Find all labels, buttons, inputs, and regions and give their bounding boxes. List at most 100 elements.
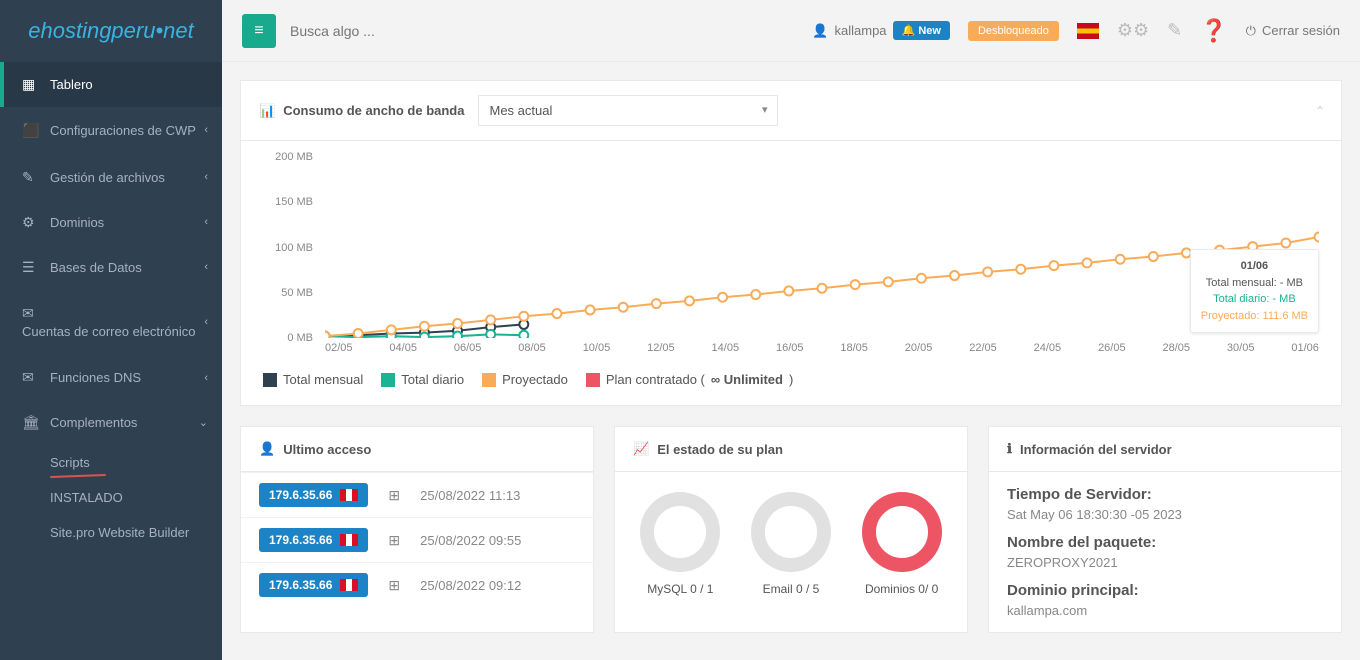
user-name: kallampa bbox=[835, 23, 887, 38]
new-label: New bbox=[918, 25, 941, 37]
gears-icon[interactable]: ⚙⚙ bbox=[1117, 20, 1149, 41]
nav-cwp-config[interactable]: ⬛ Configuraciones de CWP ‹ bbox=[0, 107, 222, 155]
info-value: kallampa.com bbox=[1007, 603, 1323, 618]
flag-pe-icon bbox=[340, 579, 358, 591]
chart-tooltip: 01/06 Total mensual: - MB Total diario: … bbox=[1190, 249, 1319, 333]
info-label: Dominio principal: bbox=[1007, 582, 1323, 599]
search-input[interactable] bbox=[276, 15, 556, 47]
logo-text: ehostingperu•net bbox=[28, 18, 194, 43]
chart-icon: 📈 bbox=[633, 441, 649, 457]
unlock-button[interactable]: Desbloqueado bbox=[968, 21, 1059, 41]
info-value: Sat May 06 18:30:30 -05 2023 bbox=[1007, 507, 1323, 522]
dashboard-icon: ▦ bbox=[22, 76, 40, 93]
toggle-sidebar-button[interactable]: ≡ bbox=[242, 14, 276, 48]
legend-label: Total diario bbox=[401, 372, 464, 387]
legend-plan-value: ∞ Unlimited bbox=[711, 372, 783, 387]
info-icon: ℹ bbox=[1007, 441, 1012, 457]
sub-label: Site.pro Website Builder bbox=[50, 525, 189, 540]
nav-label: Complementos bbox=[50, 415, 137, 430]
nav-file-mgmt[interactable]: ✎ Gestión de archivos ‹ bbox=[0, 155, 222, 200]
sub-sitepro[interactable]: Site.pro Website Builder bbox=[0, 515, 222, 550]
edit-icon: ✎ bbox=[22, 169, 40, 186]
sub-scripts[interactable]: Scripts bbox=[0, 445, 222, 480]
legend-label: Total mensual bbox=[283, 372, 363, 387]
sidebar: ehostingperu•net ▦ Tablero ⬛ Configuraci… bbox=[0, 0, 222, 660]
donut-label: Email 0 / 5 bbox=[751, 582, 831, 596]
chart-legend: Total mensual Total diario Proyectado Pl… bbox=[263, 362, 1319, 387]
tooltip-total: Total mensual: - MB bbox=[1201, 275, 1308, 292]
nav-label: Dominios bbox=[50, 215, 104, 230]
donut-icon bbox=[751, 492, 831, 572]
flag-es-icon[interactable] bbox=[1077, 23, 1099, 39]
chevron-left-icon: ‹ bbox=[204, 123, 208, 138]
nav-dns[interactable]: ✉ Funciones DNS ‹ bbox=[0, 355, 222, 400]
sub-label: INSTALADO bbox=[50, 490, 123, 505]
plan-status-title: 📈 El estado de su plan bbox=[633, 441, 783, 457]
nav-complements[interactable]: 🏛 Complementos ⌄ bbox=[0, 400, 222, 445]
ip-badge[interactable]: 179.6.35.66 bbox=[259, 528, 368, 552]
bank-icon: 🏛 bbox=[22, 414, 40, 431]
last-access-title: 👤 Ultimo acceso bbox=[259, 441, 371, 457]
legend-label: ) bbox=[789, 372, 793, 387]
logout-button[interactable]: ⏻ Cerrar sesión bbox=[1246, 23, 1340, 39]
user-icon: 👤 bbox=[812, 23, 828, 39]
legend-label: Proyectado bbox=[502, 372, 568, 387]
donut-item: MySQL 0 / 1 bbox=[640, 492, 720, 596]
bandwidth-chart: 0 MB50 MB100 MB150 MB200 MB 01/06 Total … bbox=[263, 157, 1319, 362]
access-time: 25/08/2022 11:13 bbox=[420, 488, 520, 503]
swatch-icon bbox=[586, 373, 600, 387]
donut-item: Email 0 / 5 bbox=[751, 492, 831, 596]
donut-label: MySQL 0 / 1 bbox=[640, 582, 720, 596]
sub-instalado[interactable]: INSTALADO bbox=[0, 480, 222, 515]
logout-label: Cerrar sesión bbox=[1262, 23, 1340, 38]
donut-item: Dominios 0/ 0 bbox=[862, 492, 942, 596]
user-icon: 👤 bbox=[259, 441, 275, 457]
select-value: Mes actual bbox=[489, 103, 552, 118]
access-row: 179.6.35.66⊞25/08/2022 11:13 bbox=[241, 472, 593, 517]
access-row: 179.6.35.66⊞25/08/2022 09:12 bbox=[241, 562, 593, 607]
title-text: Ultimo acceso bbox=[283, 442, 371, 457]
user-block: 👤 kallampa 🔔 New bbox=[812, 21, 950, 40]
nav-email[interactable]: ✉ Cuentas de correo electrónico ‹ bbox=[0, 290, 222, 356]
nav-label: Funciones DNS bbox=[50, 370, 141, 385]
ip-badge[interactable]: 179.6.35.66 bbox=[259, 483, 368, 507]
legend-total: Total mensual bbox=[263, 372, 363, 387]
info-value: ZEROPROXY2021 bbox=[1007, 555, 1323, 570]
collapse-icon[interactable]: ⌃ bbox=[1315, 104, 1325, 118]
ip-badge[interactable]: 179.6.35.66 bbox=[259, 573, 368, 597]
period-select[interactable]: Mes actual bbox=[478, 95, 778, 126]
access-time: 25/08/2022 09:12 bbox=[420, 578, 521, 593]
gear-icon: ⚙ bbox=[22, 214, 40, 231]
nav-label: Gestión de archivos bbox=[50, 170, 165, 185]
access-row: 179.6.35.66⊞25/08/2022 09:55 bbox=[241, 517, 593, 562]
swatch-icon bbox=[482, 373, 496, 387]
chevron-left-icon: ‹ bbox=[204, 171, 208, 183]
info-label: Tiempo de Servidor: bbox=[1007, 486, 1323, 503]
topbar: ≡ 👤 kallampa 🔔 New Desbloqueado ⚙⚙ ✎ ❓ ⏻… bbox=[222, 0, 1360, 62]
tooltip-proj: Proyectado: 111.6 MB bbox=[1201, 308, 1308, 325]
brush-icon[interactable]: ✎ bbox=[1167, 20, 1182, 41]
last-access-panel: 👤Ultimo acceso 179.6.35.66⊞25/08/2022 11… bbox=[240, 426, 594, 633]
sub-label: Scripts bbox=[50, 455, 90, 470]
new-button[interactable]: 🔔 New bbox=[893, 21, 950, 40]
logo: ehostingperu•net bbox=[0, 0, 222, 62]
title-text: El estado de su plan bbox=[657, 442, 783, 457]
windows-icon: ⊞ bbox=[388, 532, 400, 549]
mail-icon: ✉ bbox=[22, 304, 40, 324]
nav-label: Tablero bbox=[50, 77, 93, 92]
chevron-left-icon: ‹ bbox=[204, 261, 208, 273]
nav-label: Cuentas de correo electrónico bbox=[22, 323, 195, 341]
power-icon: ⏻ bbox=[1246, 23, 1256, 39]
donut-icon bbox=[862, 492, 942, 572]
nav-databases[interactable]: ☰ Bases de Datos ‹ bbox=[0, 245, 222, 290]
legend-label: Plan contratado ( bbox=[606, 372, 705, 387]
bandwidth-title: 📊 Consumo de ancho de banda bbox=[259, 103, 464, 119]
chevron-down-icon: ⌄ bbox=[199, 416, 208, 429]
flag-pe-icon bbox=[340, 534, 358, 546]
nav-domains[interactable]: ⚙ Dominios ‹ bbox=[0, 200, 222, 245]
nav-tablero[interactable]: ▦ Tablero bbox=[0, 62, 222, 107]
help-icon[interactable]: ❓ bbox=[1200, 18, 1227, 44]
tooltip-date: 01/06 bbox=[1201, 258, 1308, 275]
nav-label: Bases de Datos bbox=[50, 260, 142, 275]
title-text: Consumo de ancho de banda bbox=[283, 103, 464, 118]
